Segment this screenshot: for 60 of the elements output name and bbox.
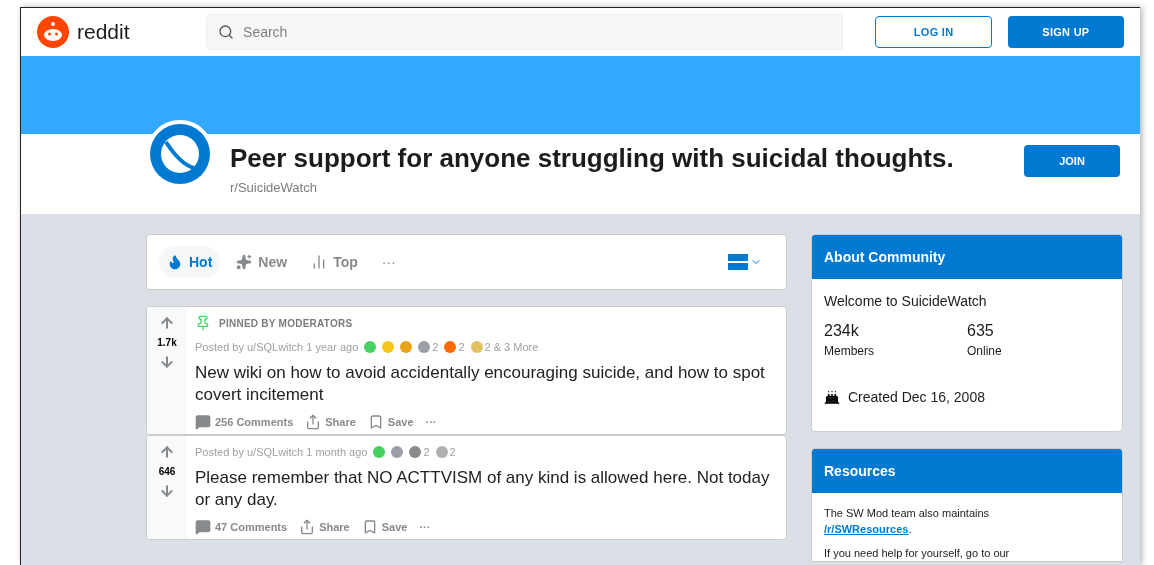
award-count: 2 — [449, 445, 456, 460]
share-icon — [305, 413, 322, 430]
post-title[interactable]: Please remember that NO ACTTVISM of any kind is allowed here. Not today or any day. — [195, 466, 778, 511]
upvote-icon[interactable] — [159, 315, 175, 331]
help-text: If you need help for yourself, go to our — [824, 546, 1011, 561]
award-count: 2 — [432, 340, 439, 355]
vote-count: 646 — [158, 465, 176, 479]
resources-text: The SW Mod team also maintains — [824, 507, 990, 519]
welcome-text: Welcome to SuicideWatch — [824, 292, 988, 311]
save-link[interactable]: Save — [381, 518, 408, 535]
created-date: Created Dec 16, 2008 — [848, 388, 985, 407]
sort-tab[interactable]: New — [228, 246, 296, 278]
more-button[interactable]: ··· — [425, 413, 437, 430]
signup-button[interactable]: SIGN UP — [1007, 16, 1124, 48]
comment-icon — [195, 518, 211, 535]
vote-count: 1.7k — [157, 336, 177, 350]
logo-text[interactable]: reddit — [77, 16, 130, 48]
community-title: Peer support for anyone struggling with suicidal thoughts. — [230, 142, 955, 174]
view-toggle[interactable] — [728, 254, 762, 270]
community-name: r/SuicideWatch — [230, 179, 318, 197]
card-view-icon — [728, 254, 748, 270]
stat-label: Online — [967, 343, 1003, 359]
post-card[interactable]: 1.7k PINNED BY MODERATORS Posted by u/SQLwitch 1 year ago 2 2 2 & 3 More New wiki on how to avoid accidentally encouraging suicide, and how to spot covert incitement 256 Comments Share Save ··· — [146, 306, 787, 435]
join-button[interactable]: JOIN — [1024, 145, 1120, 177]
post-meta: Posted by u/SQLwitch 1 year ago — [195, 340, 359, 355]
more-button[interactable]: ··· — [373, 252, 404, 272]
share-link[interactable]: Share — [319, 518, 350, 535]
sparkle-icon — [236, 254, 253, 270]
post-meta: Posted by u/SQLwitch 1 month ago — [195, 445, 368, 460]
save-link[interactable]: Save — [387, 413, 414, 430]
more-button[interactable]: ··· — [419, 518, 431, 535]
logo-icon — [37, 16, 69, 48]
card-heading: Resources — [812, 449, 1122, 493]
cake-icon — [824, 389, 840, 405]
pinned-label: PINNED BY MODERATORS — [219, 316, 353, 331]
login-button[interactable]: LOG IN — [875, 16, 992, 48]
search-field[interactable]: Search — [206, 14, 844, 50]
downvote-icon[interactable] — [159, 483, 175, 499]
upvote-icon[interactable] — [159, 444, 175, 460]
comment-icon — [195, 413, 211, 430]
share-link[interactable]: Share — [325, 413, 356, 430]
flame-icon — [167, 254, 183, 270]
pin-icon — [195, 315, 211, 331]
sort-tab[interactable]: Top — [303, 246, 366, 278]
comments-link[interactable]: 256 Comments — [215, 413, 294, 430]
award-count: 2 & 3 More — [484, 340, 539, 355]
award-count: 2 — [423, 445, 430, 460]
link-period: . — [908, 523, 912, 535]
stat-value: 635 — [967, 321, 995, 341]
card-heading: About Community — [812, 235, 1122, 279]
comments-link[interactable]: 47 Comments — [215, 518, 288, 535]
post-title[interactable]: New wiki on how to avoid accidentally encouraging suicide, and how to spot covert incitement — [195, 361, 778, 406]
search-icon — [218, 24, 235, 40]
sort-tab[interactable]: Hot — [159, 246, 221, 278]
stat-label: Members — [824, 343, 875, 359]
post-card[interactable]: 646 Posted by u/SQLwitch 1 month ago 2 2 Please remember that NO ACTTVISM of any kind is allowed here. Not today or any day. 47 Comments Share Save ··· — [146, 435, 787, 540]
share-icon — [299, 518, 316, 535]
stat-value: 234k — [824, 321, 860, 341]
award-count: 2 — [458, 340, 465, 355]
downvote-icon[interactable] — [159, 354, 175, 370]
